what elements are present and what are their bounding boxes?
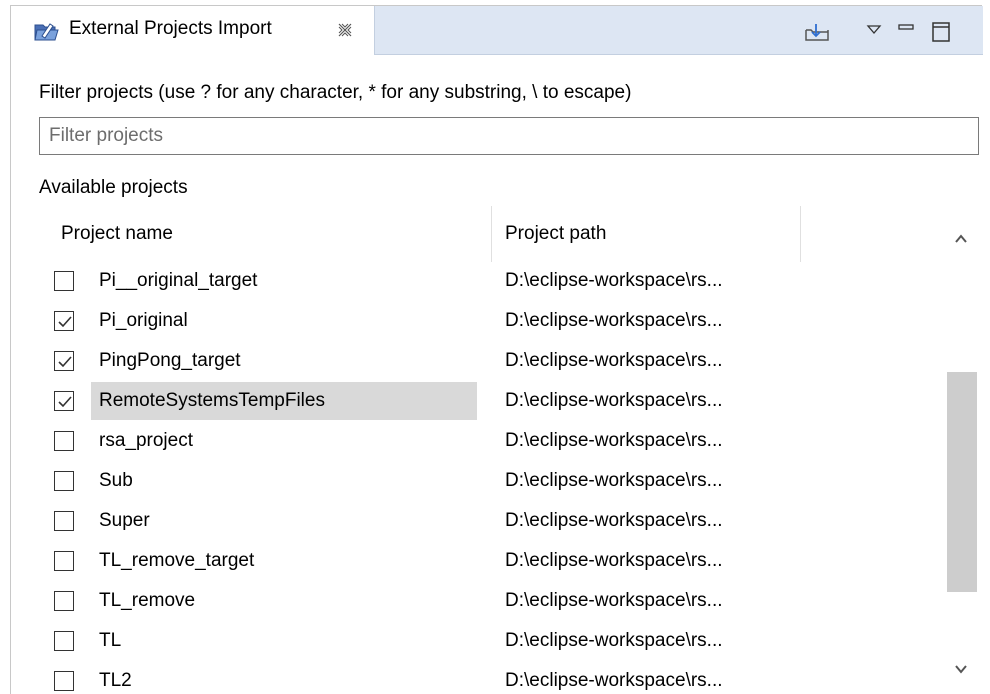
- checkbox-checked[interactable]: [54, 311, 74, 331]
- project-name-cell[interactable]: Super: [39, 502, 487, 540]
- column-header-project-name[interactable]: Project name: [39, 206, 492, 262]
- checkbox-checked[interactable]: [54, 351, 74, 371]
- project-name: RemoteSystemsTempFiles: [99, 390, 325, 411]
- project-name: Pi__original_target: [99, 270, 258, 291]
- project-name: TL: [99, 630, 122, 651]
- project-name-cell[interactable]: Pi__original_target: [39, 262, 487, 300]
- project-name: Pi_original: [99, 310, 188, 331]
- minimize-icon[interactable]: [896, 20, 916, 44]
- checkbox-unchecked[interactable]: [54, 591, 74, 611]
- project-name-cell[interactable]: TL_remove_target: [39, 542, 487, 580]
- project-name-cell[interactable]: Pi_original: [39, 302, 487, 340]
- chevron-up-icon[interactable]: [941, 226, 979, 252]
- checkmark-icon: [58, 356, 72, 368]
- project-name: Super: [99, 510, 150, 531]
- project-name-cell[interactable]: TL_remove: [39, 582, 487, 620]
- project-path: D:\eclipse-workspace\rs...: [505, 350, 723, 371]
- table-row[interactable]: Super D:\eclipse-workspace\rs...: [39, 502, 939, 542]
- project-name: Sub: [99, 470, 133, 491]
- filter-projects-input[interactable]: [39, 117, 979, 155]
- project-name-cell[interactable]: TL: [39, 622, 487, 660]
- project-path: D:\eclipse-workspace\rs...: [505, 470, 723, 491]
- import-projects-icon[interactable]: [803, 20, 833, 44]
- project-path: D:\eclipse-workspace\rs...: [505, 270, 723, 291]
- table-body: Pi__original_target D:\eclipse-workspace\…: [39, 262, 939, 694]
- table-row[interactable]: RemoteSystemsTempFiles D:\eclipse-workspa…: [39, 382, 939, 422]
- project-path: D:\eclipse-workspace\rs...: [505, 390, 723, 411]
- project-name-cell[interactable]: rsa_project: [39, 422, 487, 460]
- project-path: D:\eclipse-workspace\rs...: [505, 510, 723, 531]
- tab-external-projects-import[interactable]: External Projects Import: [11, 6, 375, 55]
- project-name: TL2: [99, 670, 132, 691]
- filter-label: Filter projects (use ? for any character…: [39, 82, 632, 103]
- project-name: TL_remove: [99, 590, 196, 611]
- project-import-icon: [34, 20, 60, 42]
- checkbox-unchecked[interactable]: [54, 511, 74, 531]
- column-header-label: Project path: [505, 223, 607, 244]
- project-name: PingPong_target: [99, 350, 241, 371]
- table-row[interactable]: PingPong_target D:\eclipse-workspace\rs..…: [39, 342, 939, 382]
- checkbox-unchecked[interactable]: [54, 431, 74, 451]
- checkbox-unchecked[interactable]: [54, 271, 74, 291]
- projects-table: Project name Project path Pi__original_t…: [39, 206, 979, 694]
- table-row[interactable]: Pi_original D:\eclipse-workspace\rs...: [39, 302, 939, 342]
- checkmark-icon: [58, 396, 72, 408]
- scrollbar-thumb[interactable]: [947, 372, 977, 592]
- chevron-down-icon[interactable]: [941, 656, 979, 682]
- project-name-cell[interactable]: PingPong_target: [39, 342, 487, 380]
- column-header-project-path[interactable]: Project path: [492, 206, 801, 262]
- project-name-cell[interactable]: TL2: [39, 662, 487, 694]
- maximize-icon[interactable]: [929, 20, 953, 44]
- table-row[interactable]: TL2 D:\eclipse-workspace\rs...: [39, 662, 939, 694]
- table-row[interactable]: TL_remove_target D:\eclipse-workspace\rs.…: [39, 542, 939, 582]
- close-icon[interactable]: [335, 20, 355, 40]
- available-projects-label: Available projects: [39, 177, 188, 198]
- project-name: rsa_project: [99, 430, 193, 451]
- table-row[interactable]: TL_remove D:\eclipse-workspace\rs...: [39, 582, 939, 622]
- checkbox-checked[interactable]: [54, 391, 74, 411]
- project-path: D:\eclipse-workspace\rs...: [505, 550, 723, 571]
- column-header-label: Project name: [61, 223, 173, 244]
- vertical-scrollbar[interactable]: [941, 206, 979, 694]
- project-path: D:\eclipse-workspace\rs...: [505, 590, 723, 611]
- table-row[interactable]: rsa_project D:\eclipse-workspace\rs...: [39, 422, 939, 462]
- checkbox-unchecked[interactable]: [54, 631, 74, 651]
- external-projects-import-view: External Projects Import Filter projects…: [10, 5, 983, 694]
- column-header-filler: [801, 206, 939, 262]
- project-path: D:\eclipse-workspace\rs...: [505, 630, 723, 651]
- view-tab-bar: External Projects Import: [11, 6, 983, 55]
- checkbox-unchecked[interactable]: [54, 471, 74, 491]
- checkmark-icon: [58, 316, 72, 328]
- view-menu-icon[interactable]: [864, 20, 884, 44]
- project-path: D:\eclipse-workspace\rs...: [505, 670, 723, 691]
- tab-title: External Projects Import: [69, 18, 272, 39]
- table-row[interactable]: Pi__original_target D:\eclipse-workspace\…: [39, 262, 939, 302]
- checkbox-unchecked[interactable]: [54, 551, 74, 571]
- project-path: D:\eclipse-workspace\rs...: [505, 310, 723, 331]
- project-path: D:\eclipse-workspace\rs...: [505, 430, 723, 451]
- project-name: TL_remove_target: [99, 550, 255, 571]
- checkbox-unchecked[interactable]: [54, 671, 74, 691]
- project-name-cell[interactable]: RemoteSystemsTempFiles: [39, 382, 487, 420]
- project-name-cell[interactable]: Sub: [39, 462, 487, 500]
- table-row[interactable]: TL D:\eclipse-workspace\rs...: [39, 622, 939, 662]
- table-row[interactable]: Sub D:\eclipse-workspace\rs...: [39, 462, 939, 502]
